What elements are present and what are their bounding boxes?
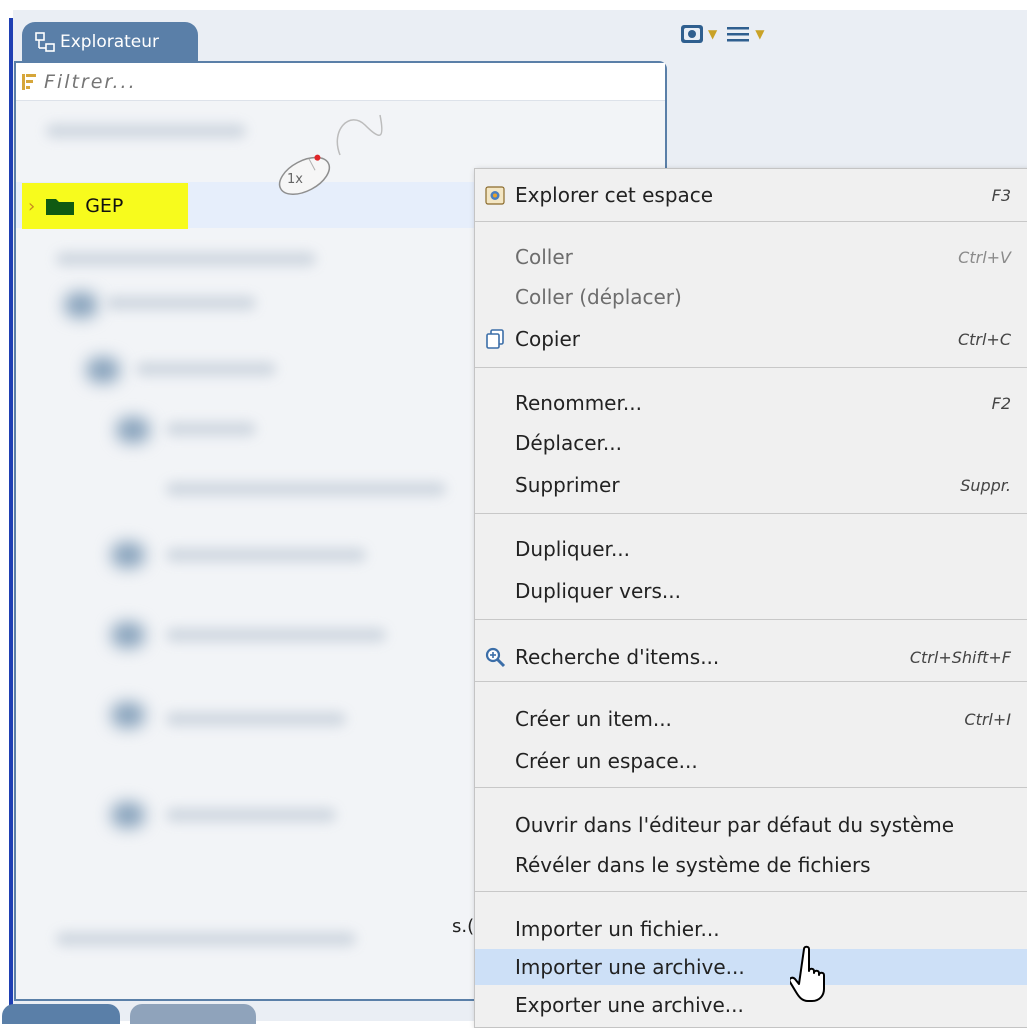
- menu-shortcut: Ctrl+Shift+F: [909, 647, 1011, 667]
- blurred-row: [46, 124, 246, 138]
- menu-item-delete[interactable]: Supprimer Suppr.: [475, 467, 1027, 503]
- folder-icon: [46, 199, 75, 215]
- menu-label: Dupliquer...: [515, 537, 631, 561]
- chevron-right-icon[interactable]: ›: [28, 196, 35, 217]
- view-toggle-icon: [681, 25, 703, 43]
- dropdown-arrow-icon: ▼: [708, 27, 718, 41]
- menu-item-paste[interactable]: Coller Ctrl+V: [475, 239, 1027, 275]
- menu-item-copy[interactable]: Copier Ctrl+C: [475, 321, 1027, 357]
- menu-label: Coller (déplacer): [515, 285, 682, 309]
- menu-shortcut: Ctrl+V: [958, 247, 1011, 267]
- bottom-tab-strip: [0, 1004, 260, 1024]
- tab-explorateur[interactable]: Explorateur: [22, 22, 198, 62]
- blurred-icon: [86, 357, 120, 383]
- explore-space-icon: [485, 186, 505, 205]
- blurred-icon: [111, 622, 145, 648]
- hand-pointer-icon: [790, 945, 825, 1002]
- menu-label: Ouvrir dans l'éditeur par défaut du syst…: [515, 813, 955, 837]
- menu-label: Explorer cet espace: [515, 183, 714, 207]
- filter-icon: [22, 73, 36, 90]
- tab-label: Explorateur: [60, 32, 160, 52]
- bottom-tab-1[interactable]: [2, 1004, 120, 1024]
- blurred-row: [166, 628, 386, 642]
- menu-shortcut: F3: [991, 185, 1011, 205]
- menu-item-export-archive[interactable]: Exporter une archive...: [475, 987, 1027, 1023]
- blurred-row: [56, 252, 316, 266]
- menu-shortcut: F2: [991, 393, 1011, 413]
- menu-shortcut: Ctrl+C: [957, 329, 1011, 349]
- menu-separator: [475, 619, 1027, 620]
- bottom-tab-2[interactable]: [130, 1004, 256, 1024]
- panel-menu-button[interactable]: ▼: [725, 24, 764, 44]
- menu-separator: [475, 681, 1027, 682]
- blurred-row: [136, 362, 276, 376]
- menu-separator: [475, 787, 1027, 788]
- blurred-icon: [111, 542, 145, 568]
- menu-label: Importer un fichier...: [515, 917, 720, 941]
- blurred-row: [166, 548, 366, 562]
- blurred-row: [166, 712, 346, 726]
- menu-label: Déplacer...: [515, 431, 622, 455]
- menu-item-create-space[interactable]: Créer un espace...: [475, 743, 1027, 779]
- blurred-icon: [64, 292, 98, 318]
- menu-item-reveal-in-filesystem[interactable]: Révéler dans le système de fichiers: [475, 847, 1027, 883]
- menu-item-move[interactable]: Déplacer...: [475, 425, 1027, 461]
- menu-label: Supprimer: [515, 473, 620, 497]
- menu-item-explore-space[interactable]: Explorer cet espace F3: [475, 177, 1027, 213]
- menu-item-paste-move[interactable]: Coller (déplacer): [475, 279, 1027, 315]
- menu-label: Créer un espace...: [515, 749, 698, 773]
- blurred-icon: [111, 802, 145, 828]
- blurred-icon: [111, 702, 145, 728]
- blurred-row: [106, 296, 256, 310]
- menu-label: Renommer...: [515, 391, 642, 415]
- menu-label: Dupliquer vers...: [515, 579, 681, 603]
- menu-item-search-items[interactable]: Recherche d'items... Ctrl+Shift+F: [475, 639, 1027, 675]
- menu-label: Exporter une archive...: [515, 993, 744, 1017]
- menu-item-duplicate-to[interactable]: Dupliquer vers...: [475, 573, 1027, 609]
- menu-item-create-item[interactable]: Créer un item... Ctrl+I: [475, 701, 1027, 737]
- window-left-edge: [0, 0, 13, 1021]
- menu-label: Importer une archive...: [515, 955, 745, 979]
- context-menu: Explorer cet espace F3 Coller Ctrl+V Col…: [474, 168, 1027, 1028]
- partial-tree-text: s.(: [452, 916, 475, 937]
- menu-separator: [475, 513, 1027, 514]
- explorer-tree-icon: [35, 32, 55, 52]
- tree-item-label: GEP: [85, 195, 124, 217]
- menu-separator: [475, 367, 1027, 368]
- filter-bar: [16, 63, 665, 101]
- menu-separator: [475, 891, 1027, 892]
- filter-input[interactable]: [42, 69, 602, 94]
- menu-label: Révéler dans le système de fichiers: [515, 853, 871, 877]
- menu-label: Créer un item...: [515, 707, 672, 731]
- blurred-row: [166, 808, 336, 822]
- blurred-icon: [116, 417, 150, 443]
- menu-shortcut: Ctrl+I: [964, 709, 1011, 729]
- mouse-click-icon: 1x: [278, 154, 331, 195]
- blurred-row: [56, 932, 356, 946]
- copy-icon: [486, 329, 504, 349]
- view-toggle-button[interactable]: ▼: [680, 24, 717, 44]
- menu-item-duplicate[interactable]: Dupliquer...: [475, 531, 1027, 567]
- menu-item-import-archive[interactable]: Importer une archive...: [475, 949, 1027, 985]
- tree-item-gep[interactable]: › GEP: [22, 183, 188, 229]
- menu-label: Recherche d'items...: [515, 645, 720, 669]
- menu-item-rename[interactable]: Renommer... F2: [475, 385, 1027, 421]
- menu-separator: [475, 221, 1027, 222]
- search-zoom-icon: [485, 647, 506, 668]
- menu-item-import-file[interactable]: Importer un fichier...: [475, 911, 1027, 947]
- blurred-row: [166, 422, 256, 436]
- hamburger-menu-icon: [727, 27, 750, 42]
- panel-toolbar: ▼ ▼: [680, 24, 764, 44]
- blurred-row: [166, 482, 446, 496]
- menu-item-open-default-editor[interactable]: Ouvrir dans l'éditeur par défaut du syst…: [475, 807, 1027, 843]
- click-count-label: 1x: [287, 172, 303, 187]
- menu-label: Copier: [515, 327, 580, 351]
- menu-shortcut: Suppr.: [960, 475, 1011, 495]
- mouse-cable-graphic: [336, 114, 383, 156]
- menu-label: Coller: [515, 245, 573, 269]
- dropdown-arrow-icon: ▼: [755, 27, 765, 41]
